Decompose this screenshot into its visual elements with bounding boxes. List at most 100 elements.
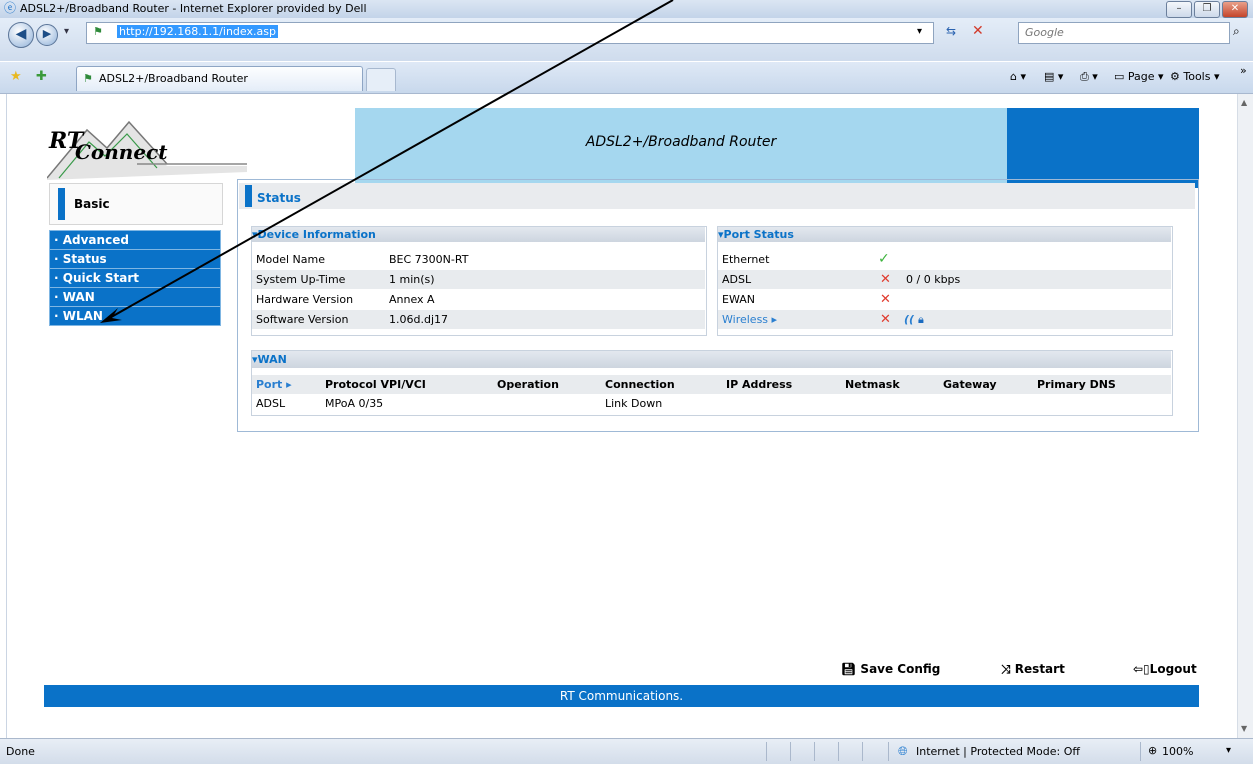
x-mark-icon: ✕ xyxy=(880,272,891,287)
add-favorites-icon[interactable]: ✚ xyxy=(36,69,47,84)
stop-icon[interactable]: ✕ xyxy=(972,23,984,39)
basic-label: Basic xyxy=(74,197,110,211)
save-config-button[interactable]: 💾︎ Save Config xyxy=(841,662,940,676)
menu-item-wan[interactable]: · WAN xyxy=(49,287,221,307)
menu-item-wlan[interactable]: · WLAN xyxy=(49,306,221,326)
menu-item-label: · Advanced xyxy=(54,233,129,247)
back-button[interactable]: ◀ xyxy=(8,22,34,48)
wan-port-link[interactable]: Port ▸ xyxy=(256,375,292,394)
footer-bar: RT Communications. xyxy=(44,685,1199,707)
device-info-header: ▾Device Information xyxy=(252,227,705,242)
site-favicon-icon: ⚑ xyxy=(93,25,103,38)
menu-item-label: · WAN xyxy=(54,290,95,304)
device-row-hardware: Hardware Version Annex A xyxy=(252,290,705,309)
status-text: Done xyxy=(6,745,35,758)
status-title: Status xyxy=(257,191,301,205)
banner-title: ADSL2+/Broadband Router xyxy=(585,134,777,150)
window-title: ADSL2+/Broadband Router - Internet Explo… xyxy=(20,2,367,15)
device-row-value: Annex A xyxy=(389,293,435,306)
wan-cell: ADSL xyxy=(256,397,286,410)
page-menu[interactable]: ▭ Page ▾ xyxy=(1114,70,1164,83)
chevron-more-icon[interactable]: » xyxy=(1240,64,1247,77)
wan-col-header: Netmask xyxy=(845,378,900,391)
restart-icon: ⤨ xyxy=(1001,662,1011,676)
lock-icon: 🔒︎ xyxy=(918,313,924,326)
port-row-label: EWAN xyxy=(722,293,755,306)
feeds-icon[interactable]: ▤ ▾ xyxy=(1044,70,1063,83)
new-tab-button[interactable] xyxy=(366,68,396,91)
search-input[interactable]: Google xyxy=(1018,22,1230,44)
scroll-up-icon[interactable]: ▲ xyxy=(1241,98,1247,107)
forward-button[interactable]: ▶ xyxy=(36,24,58,46)
basic-marker xyxy=(58,188,65,220)
device-row-label: System Up-Time xyxy=(256,273,346,286)
url-input[interactable]: http://192.168.1.1/index.asp xyxy=(117,25,278,38)
search-icon[interactable]: ⌕ xyxy=(1233,24,1240,39)
page-content: RT Connect ADSL2+/Broadband Router Basic… xyxy=(6,94,1237,738)
wireless-link[interactable]: Wireless ▸ xyxy=(722,310,777,329)
refresh-icon[interactable]: ⇆ xyxy=(946,24,956,38)
status-divider xyxy=(1140,742,1141,761)
tab-router[interactable]: ⚑ ADSL2+/Broadband Router xyxy=(76,66,363,91)
favorites-star-icon[interactable]: ★ xyxy=(10,69,22,84)
page-menu-label: Page ▾ xyxy=(1127,70,1164,83)
zoom-level[interactable]: 100% xyxy=(1162,745,1193,758)
basic-menu-header[interactable]: Basic xyxy=(49,183,223,225)
security-zone[interactable]: Internet | Protected Mode: Off xyxy=(916,745,1080,758)
menu-item-label: · Status xyxy=(54,252,107,266)
port-row-adsl: ADSL ✕ 0 / 0 kbps xyxy=(718,270,1171,289)
tab-bar: ★ ✚ ⚑ ADSL2+/Broadband Router ⌂ ▾ ▤ ▾ ⎙ … xyxy=(0,62,1253,94)
device-row-model: Model Name BEC 7300N-RT xyxy=(252,250,705,269)
address-bar[interactable]: ⚑ http://192.168.1.1/index.asp ▾ xyxy=(86,22,934,44)
address-dropdown-icon[interactable]: ▾ xyxy=(917,26,922,37)
menu-item-advanced[interactable]: · Advanced xyxy=(49,230,221,250)
wan-col-header: Connection xyxy=(605,378,675,391)
menu-item-status[interactable]: · Status xyxy=(49,249,221,269)
device-row-label: Model Name xyxy=(256,253,325,266)
tools-menu[interactable]: ⚙ Tools ▾ xyxy=(1170,70,1219,83)
device-row-label: Software Version xyxy=(256,313,349,326)
globe-icon: 🌐︎ xyxy=(898,744,908,758)
status-header xyxy=(239,183,1195,209)
device-row-uptime: System Up-Time 1 min(s) xyxy=(252,270,705,289)
save-icon: 💾︎ xyxy=(841,662,857,676)
banner-accent xyxy=(1007,108,1199,188)
minimize-button[interactable]: – xyxy=(1166,1,1192,18)
wan-col-header: Operation xyxy=(497,378,559,391)
footer-text: RT Communications. xyxy=(559,689,684,703)
print-icon[interactable]: ⎙ ▾ xyxy=(1080,70,1098,84)
tools-menu-label: Tools ▾ xyxy=(1183,70,1220,83)
x-mark-icon: ✕ xyxy=(880,292,891,307)
wan-col-header: Gateway xyxy=(943,378,997,391)
device-row-value: 1 min(s) xyxy=(389,273,435,286)
port-row-wireless: Wireless ▸ ✕ (( 🔒︎ xyxy=(718,310,1171,329)
wan-header-row: Port ▸ Protocol VPI/VCI Operation Connec… xyxy=(252,375,1171,394)
menu-item-quick-start[interactable]: · Quick Start xyxy=(49,268,221,288)
history-dropdown-icon[interactable]: ▾ xyxy=(64,26,69,37)
logo-text-connect: Connect xyxy=(75,140,168,164)
vertical-scrollbar[interactable]: ▲ ▼ xyxy=(1237,94,1253,738)
restart-label: Restart xyxy=(1014,662,1065,676)
port-row-label: Ethernet xyxy=(722,253,770,266)
close-button[interactable]: ✕ xyxy=(1222,1,1248,18)
device-info-title: ▾Device Information xyxy=(252,228,376,241)
status-marker xyxy=(245,185,252,207)
home-icon[interactable]: ⌂ ▾ xyxy=(1010,70,1026,83)
restart-button[interactable]: ⤨ Restart xyxy=(1001,662,1065,677)
table-row: ADSL MPoA 0/35 Link Down xyxy=(252,394,1171,413)
browser-statusbar: Done 🌐︎ Internet | Protected Mode: Off ⊕… xyxy=(0,738,1253,764)
logout-button[interactable]: ⇦▯Logout xyxy=(1133,662,1197,676)
wan-cell: MPoA 0/35 xyxy=(325,397,384,410)
zoom-dropdown-icon[interactable]: ▾ xyxy=(1226,745,1231,756)
device-row-value: BEC 7300N-RT xyxy=(389,253,469,266)
port-row-ewan: EWAN ✕ xyxy=(718,290,1171,309)
check-icon: ✓ xyxy=(878,251,890,267)
status-divider xyxy=(888,742,889,761)
zoom-icon: ⊕ xyxy=(1148,744,1158,757)
menu-item-label: · Quick Start xyxy=(54,271,139,285)
scroll-down-icon[interactable]: ▼ xyxy=(1241,724,1247,733)
maximize-button[interactable]: ❐ xyxy=(1194,1,1220,18)
status-divider xyxy=(814,742,815,761)
port-status-header: ▾Port Status xyxy=(718,227,1171,242)
status-divider xyxy=(862,742,863,761)
